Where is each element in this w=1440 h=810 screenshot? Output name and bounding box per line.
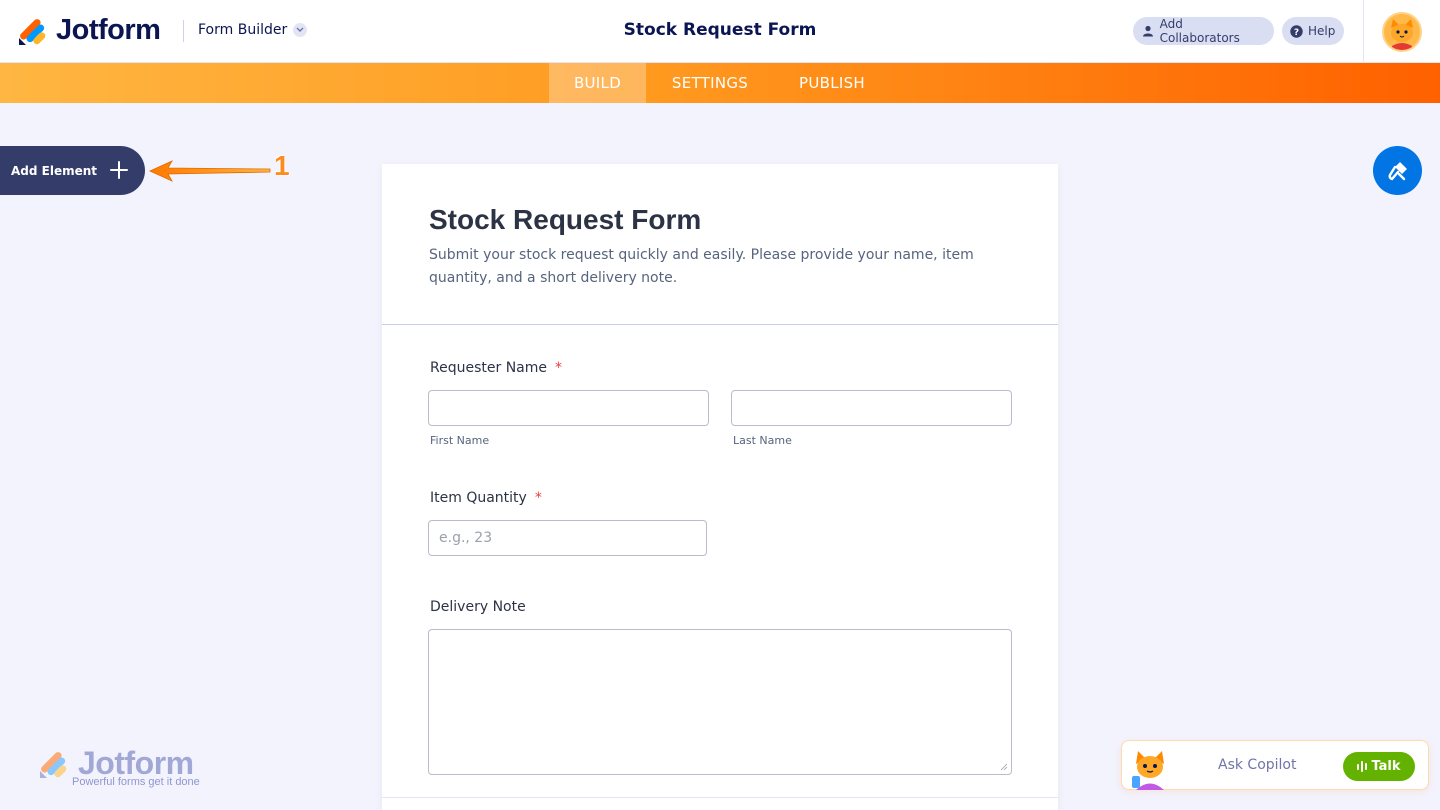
annotation-number: 1 xyxy=(274,150,290,181)
required-marker: * xyxy=(555,360,562,376)
add-element-button[interactable]: Add Element xyxy=(0,146,145,195)
tab-publish-label: PUBLISH xyxy=(799,74,865,92)
tab-settings[interactable]: SETTINGS xyxy=(646,63,774,103)
help-icon: ? xyxy=(1290,24,1303,38)
tab-publish[interactable]: PUBLISH xyxy=(774,63,890,103)
form-builder-label: Form Builder xyxy=(198,22,288,38)
delivery-note-label: Delivery Note xyxy=(430,599,526,615)
copilot-prompt[interactable]: Ask Copilot xyxy=(1218,757,1297,773)
copilot-cat-icon xyxy=(1132,751,1164,790)
item-quantity-input[interactable]: e.g., 23 xyxy=(428,520,707,556)
paint-roller-icon xyxy=(1388,161,1407,180)
required-marker: * xyxy=(534,490,542,506)
tab-build-label: BUILD xyxy=(573,74,622,92)
copilot-widget[interactable]: Ask Copilot Talk xyxy=(1121,740,1429,790)
tab-build[interactable]: BUILD xyxy=(549,63,646,103)
help-label: Help xyxy=(1308,24,1336,38)
item-quantity-label-text: Item Quantity xyxy=(430,490,527,506)
item-quantity-placeholder: e.g., 23 xyxy=(439,530,493,546)
delivery-note-textarea[interactable] xyxy=(428,629,1012,775)
plus-icon xyxy=(108,159,130,181)
watermark-tagline: Powerful forms get it done xyxy=(72,776,200,788)
last-name-sublabel: Last Name xyxy=(733,434,792,447)
talk-button[interactable]: Talk xyxy=(1343,752,1415,781)
tab-settings-label: SETTINGS xyxy=(671,74,749,92)
brand-name: Jotform xyxy=(56,14,161,46)
resize-handle-icon[interactable] xyxy=(1000,763,1008,771)
header-divider xyxy=(183,20,184,42)
last-name-input[interactable] xyxy=(731,390,1012,426)
jotform-logo-icon xyxy=(18,16,46,46)
top-header: Jotform Form Builder Stock Request Form … xyxy=(0,0,1440,63)
item-quantity-label: Item Quantity * xyxy=(430,490,542,506)
user-icon xyxy=(1141,24,1155,38)
first-name-input[interactable] xyxy=(428,390,709,426)
voice-icon xyxy=(1357,761,1368,772)
talk-label: Talk xyxy=(1371,759,1401,774)
user-avatar[interactable] xyxy=(1382,12,1422,52)
jotform-watermark-icon xyxy=(40,752,67,778)
cat-avatar-icon xyxy=(1384,14,1420,50)
builder-nav-bar: BUILD SETTINGS PUBLISH xyxy=(0,63,1440,103)
jotform-logo[interactable]: Jotform xyxy=(18,14,161,47)
header-divider-right xyxy=(1363,0,1364,63)
form-card: Stock Request Form Submit your stock req… xyxy=(382,164,1058,810)
form-designer-button[interactable] xyxy=(1373,146,1422,195)
add-collaborators-label: Add Collaborators xyxy=(1159,17,1240,45)
form-description: Submit your stock request quickly and ea… xyxy=(429,247,974,286)
page-title[interactable]: Stock Request Form xyxy=(624,20,817,40)
svg-text:?: ? xyxy=(1294,27,1299,37)
requester-name-label-text: Requester Name xyxy=(430,360,547,376)
form-header-section[interactable]: Stock Request Form Submit your stock req… xyxy=(382,164,1058,325)
add-element-label: Add Element xyxy=(11,163,98,178)
first-name-sublabel: First Name xyxy=(430,434,490,447)
help-button[interactable]: ? Help xyxy=(1282,17,1344,45)
form-title: Stock Request Form xyxy=(429,204,702,235)
chevron-down-icon xyxy=(293,23,308,37)
form-builder-dropdown[interactable]: Form Builder xyxy=(198,22,308,38)
add-collaborators-button[interactable]: Add Collaborators xyxy=(1133,17,1274,45)
form-divider xyxy=(382,797,1058,798)
annotation-arrow-icon xyxy=(149,160,271,182)
requester-name-label: Requester Name * xyxy=(430,360,562,376)
